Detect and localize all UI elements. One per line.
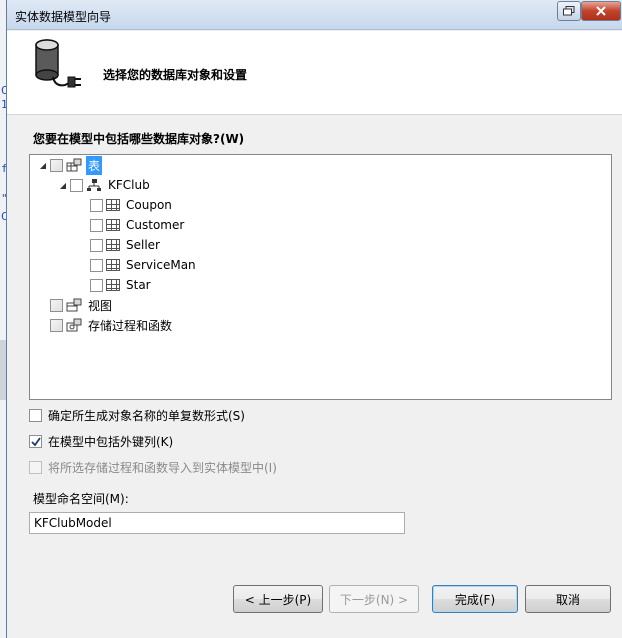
import-procedures-option: 将所选存储过程和函数导入到实体模型中(I) [29,459,277,476]
next-button: 下一步(N) > [329,585,419,613]
schema-icon [86,178,102,192]
table-icon [106,279,120,291]
checkmark-icon [30,436,41,446]
table-icon [106,219,120,231]
entity-data-model-wizard-window: 实体数据模型向导 选择您的数据库对象和设置 您要在模型中包括哪些数据库对象?(W… [6,0,622,638]
database-connect-icon [35,39,81,88]
collapse-arrow-icon[interactable]: ◢ [58,181,68,190]
foreign-keys-option[interactable]: 在模型中包括外键列(K) [29,433,173,450]
tree-node-table[interactable]: Seller [90,236,162,254]
views-checkbox[interactable] [50,298,63,312]
table-checkbox[interactable] [90,258,103,272]
foreign-keys-label[interactable]: 在模型中包括外键列(K) [48,433,173,450]
tree-node-kfclub[interactable]: ◢ KFClub [58,176,152,194]
tree-node-stored-procedures[interactable]: 存储过程和函数 [50,316,174,334]
views-folder-icon [66,298,82,312]
views-label[interactable]: 视图 [86,296,114,315]
page-title: 选择您的数据库对象和设置 [103,68,248,82]
procedures-checkbox[interactable] [50,318,63,332]
foreign-keys-checkbox[interactable] [29,435,42,448]
wizard-header: 选择您的数据库对象和设置 [7,31,622,115]
table-label[interactable]: Seller [124,237,162,253]
table-checkbox[interactable] [90,218,103,232]
objects-prompt: 您要在模型中包括哪些数据库对象?(W) [33,132,245,146]
tables-folder-icon [66,158,82,172]
tree-node-tables[interactable]: ◢ 表 [38,155,103,175]
tree-node-table[interactable]: ServiceMan [90,256,198,274]
restore-button[interactable] [557,1,581,21]
import-procedures-label: 将所选存储过程和函数导入到实体模型中(I) [48,461,277,475]
pluralize-label[interactable]: 确定所生成对象名称的单复数形式(S) [48,407,245,424]
table-icon [106,259,120,271]
namespace-label: 模型命名空间(M): [33,492,129,506]
restore-icon [563,6,575,16]
table-icon [106,239,120,251]
tree-node-table[interactable]: Customer [90,216,186,234]
previous-button[interactable]: < 上一步(P) [233,585,323,613]
database-objects-tree[interactable]: ◢ 表 ◢ KFClub Coupon Customer Seller Serv… [29,154,612,400]
close-button[interactable] [581,1,621,21]
table-icon [106,199,120,211]
window-title: 实体数据模型向导 [15,10,112,24]
kfclub-label[interactable]: KFClub [106,177,152,193]
tables-label[interactable]: 表 [86,155,103,175]
table-checkbox[interactable] [90,278,103,292]
kfclub-checkbox[interactable] [70,178,83,192]
tree-node-views[interactable]: 视图 [50,296,114,314]
collapse-arrow-icon[interactable]: ◢ [38,161,48,170]
tables-checkbox[interactable] [50,158,63,172]
pluralize-checkbox[interactable] [29,409,42,422]
namespace-input[interactable] [29,512,405,534]
title-bar: 实体数据模型向导 [7,0,622,30]
tree-node-table[interactable]: Coupon [90,196,174,214]
finish-button[interactable]: 完成(F) [432,585,518,613]
table-label[interactable]: Coupon [124,197,174,213]
cancel-button[interactable]: 取消 [525,585,611,613]
procedures-label[interactable]: 存储过程和函数 [86,316,174,335]
close-icon [596,6,606,16]
table-label[interactable]: ServiceMan [124,257,198,273]
procedures-folder-icon [66,318,82,332]
table-label[interactable]: Star [124,277,153,293]
table-checkbox[interactable] [90,238,103,252]
table-label[interactable]: Customer [124,217,186,233]
import-procedures-checkbox [29,461,42,474]
pluralize-option[interactable]: 确定所生成对象名称的单复数形式(S) [29,407,245,424]
table-checkbox[interactable] [90,198,103,212]
tree-node-table[interactable]: Star [90,276,153,294]
